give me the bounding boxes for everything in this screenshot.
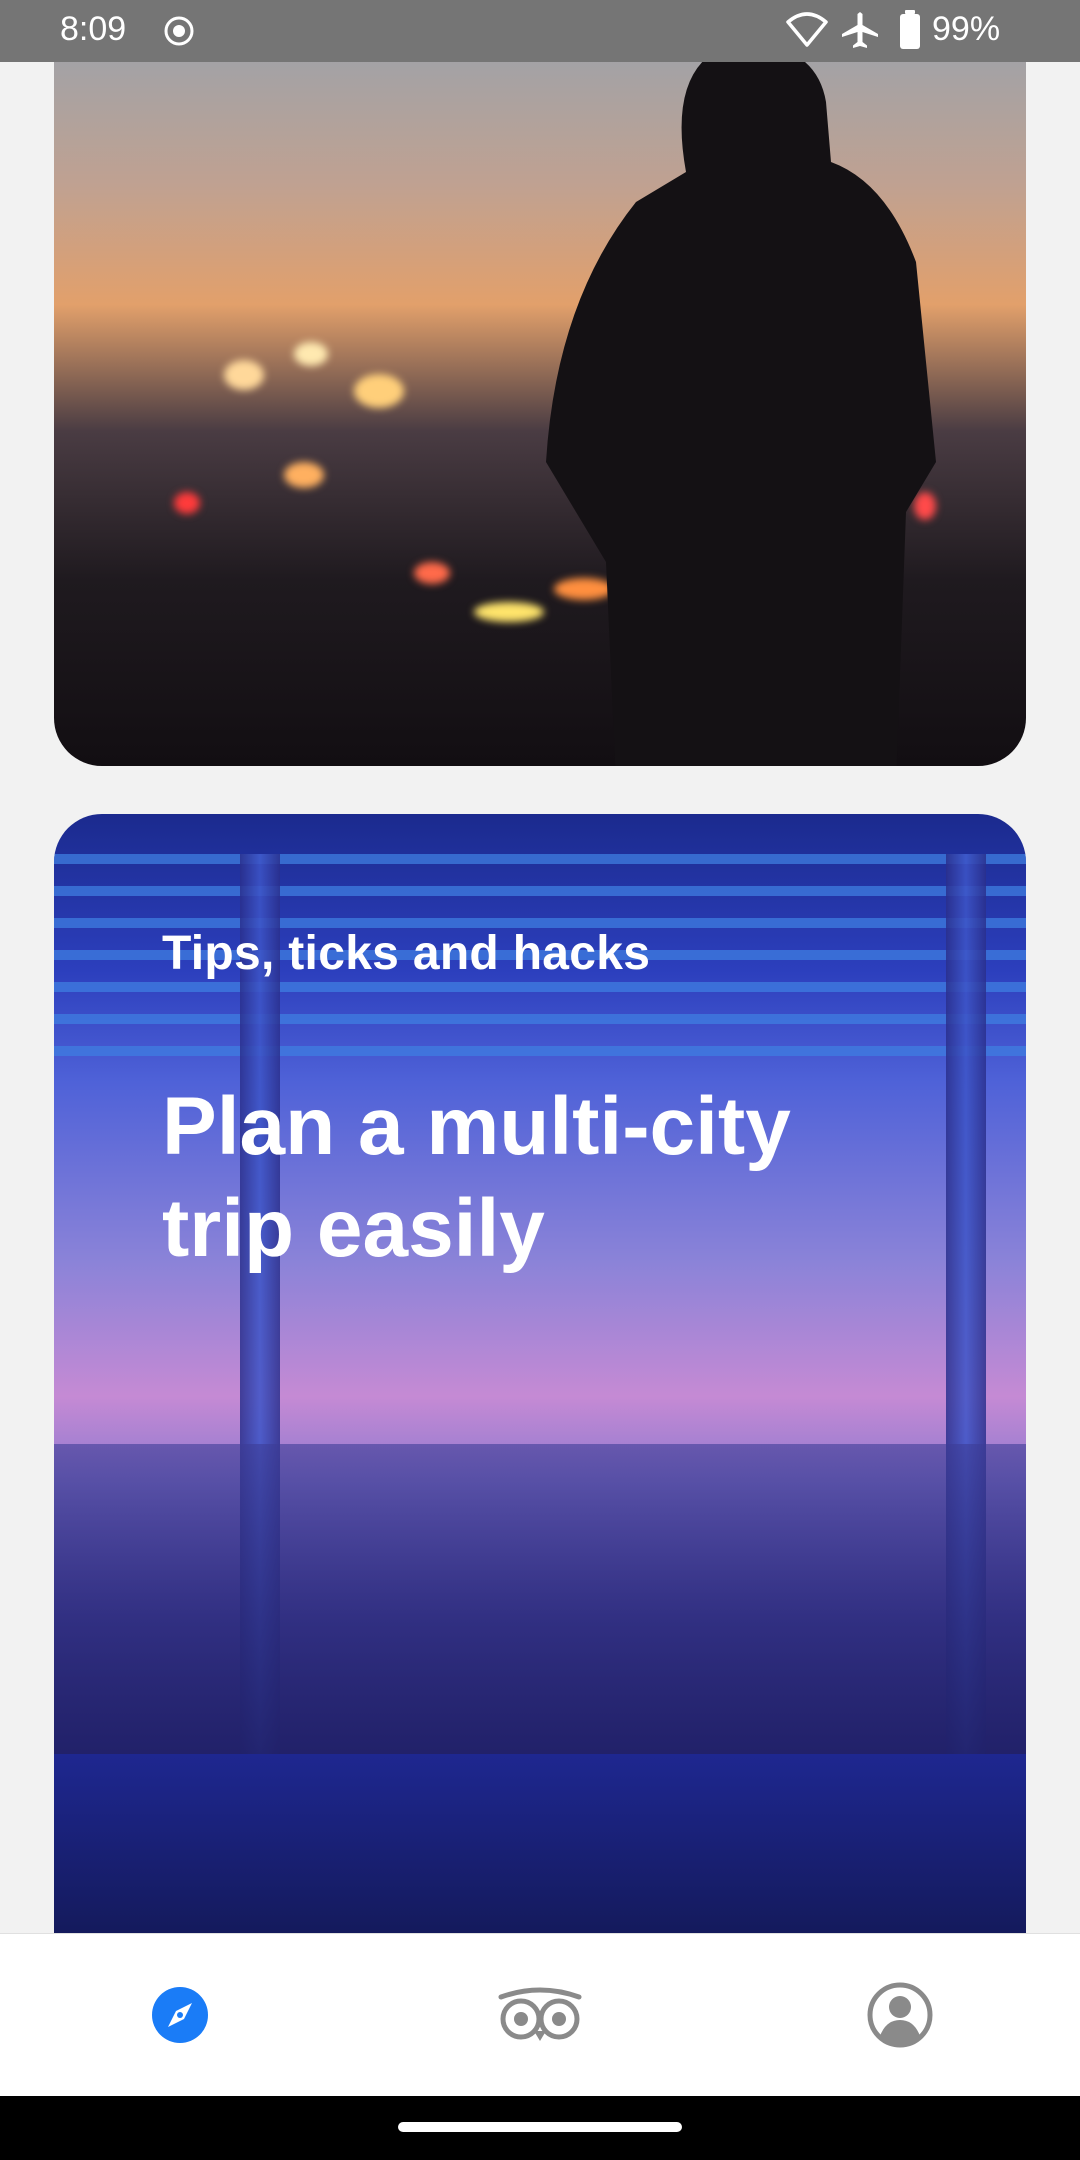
nav-trips[interactable] bbox=[360, 1934, 720, 2096]
owl-icon bbox=[498, 1987, 582, 2041]
city-light bbox=[284, 462, 324, 488]
airplane-mode-icon bbox=[842, 12, 878, 48]
battery-icon bbox=[900, 10, 920, 49]
window-blind bbox=[54, 1046, 1026, 1056]
article-card-city-dusk[interactable] bbox=[54, 62, 1026, 766]
city-light bbox=[294, 342, 328, 366]
nav-explore[interactable] bbox=[0, 1934, 360, 2096]
status-bar: 8:09 99% bbox=[0, 0, 1080, 62]
wifi-icon bbox=[786, 12, 828, 47]
person-silhouette bbox=[546, 62, 936, 766]
window-sill bbox=[54, 1754, 1026, 1934]
bottom-navigation bbox=[0, 1934, 1080, 2096]
city-light bbox=[354, 374, 404, 408]
nav-account[interactable] bbox=[720, 1934, 1080, 2096]
compass-icon bbox=[152, 1987, 208, 2043]
window-blind bbox=[54, 982, 1026, 992]
status-time: 8:09 bbox=[60, 10, 127, 48]
city-skyline bbox=[54, 1444, 1026, 1774]
article-card-multi-city[interactable]: Tips, ticks and hacks Plan a multi-city … bbox=[54, 814, 1026, 1934]
city-light bbox=[224, 360, 264, 390]
window-blind bbox=[54, 886, 1026, 896]
window-blind bbox=[54, 854, 1026, 864]
screen-record-icon bbox=[164, 16, 194, 46]
battery-percentage: 99% bbox=[932, 10, 1001, 48]
window-blind bbox=[54, 1014, 1026, 1024]
explore-feed[interactable]: Tips, ticks and hacks Plan a multi-city … bbox=[0, 62, 1080, 1934]
city-light bbox=[414, 562, 450, 584]
home-gesture-handle[interactable] bbox=[398, 2122, 682, 2132]
card-category: Tips, ticks and hacks bbox=[162, 927, 651, 980]
account-icon bbox=[867, 1982, 933, 2048]
city-light bbox=[174, 492, 200, 514]
card-title: Plan a multi-city trip easily bbox=[162, 1081, 791, 1274]
system-navigation-bar bbox=[0, 2096, 1080, 2160]
